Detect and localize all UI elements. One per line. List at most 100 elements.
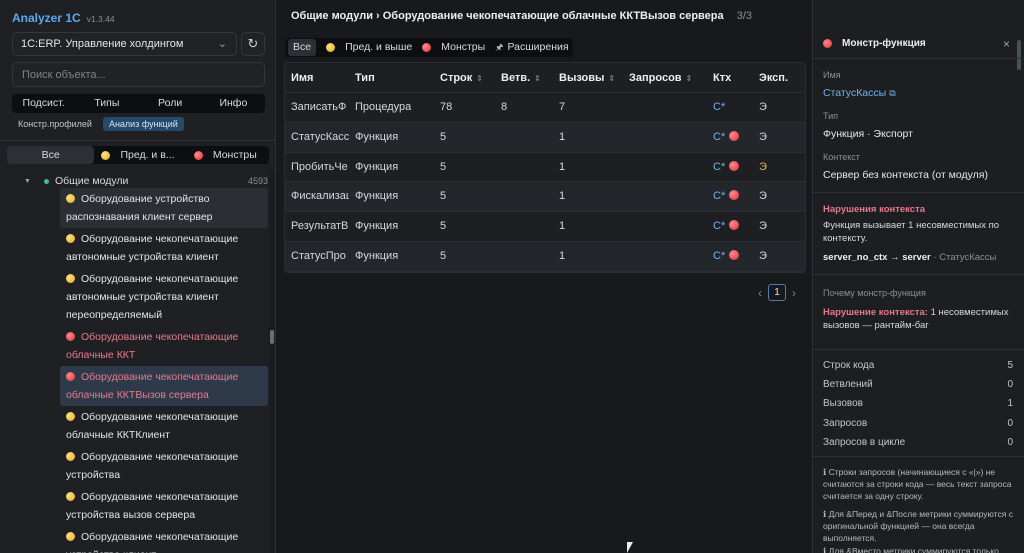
function-name-link[interactable]: СтатусКассы ⧉ [823, 87, 896, 99]
refresh-icon: ↻ [247, 36, 259, 51]
col-branches-label: Ветв. [501, 72, 531, 84]
col-lines-label: Строк [440, 72, 473, 84]
yellow-circle-icon [326, 43, 336, 52]
chip-all[interactable]: Все [288, 39, 317, 56]
tab-info[interactable]: Инфо [202, 94, 265, 113]
database-select[interactable]: 1C:ERP. Управление холдингом ⌄ [12, 32, 237, 56]
filter-monsters[interactable]: Монстры [182, 146, 269, 164]
chip-monsters[interactable]: Монстры [422, 39, 485, 56]
breadcrumb: Общие модули › Оборудование чекопечатающ… [291, 10, 752, 22]
table-row[interactable]: СтатусПро Функция 5 1 С* Э [285, 241, 805, 272]
tab-roles[interactable]: Роли [139, 94, 202, 113]
divider [813, 274, 1024, 275]
stat-row: Строк кода 5 [823, 360, 1013, 371]
yellow-circle-icon [66, 194, 75, 203]
col-type[interactable]: Тип [355, 63, 435, 92]
tree-item-label: Оборудование чекопечатающие автономные у… [66, 233, 239, 263]
tree-item-label: Оборудование чекопечатающие устройства в… [66, 491, 239, 521]
table-body: ЗаписатьФ Процедура 78 8 7 С* Э СтатусКасс Функц… [285, 93, 805, 272]
stat-value: 5 [1007, 360, 1013, 371]
col-calls[interactable]: Вызовы ⇕ [559, 63, 629, 92]
filter-all[interactable]: Все [7, 146, 95, 164]
cell-queries [629, 182, 709, 211]
col-lines[interactable]: Строк ⇕ [440, 63, 498, 92]
tree-item[interactable]: Оборудование чекопечатающие устройства [60, 446, 268, 486]
chip-label: Монстры [441, 41, 486, 53]
tree-item-label: Оборудование чекопечатающие облачные ККТ… [66, 371, 239, 401]
tree-item[interactable]: Оборудование чекопечатающие облачные ККТ… [60, 406, 268, 446]
app-title: Analyzer 1C [12, 11, 81, 25]
context-code: С* [713, 130, 726, 143]
page-number-button[interactable]: 1 [768, 284, 786, 301]
table-row[interactable]: РезультатВ Функция 5 1 С* Э [285, 212, 805, 242]
cell-queries [629, 93, 709, 122]
chip-extensions[interactable]: 🖈 Расширения [495, 39, 568, 56]
tree-root-common-modules[interactable]: ▼ Общие модули 4593 [24, 175, 268, 187]
tree-item[interactable]: Оборудование чекопечатающие устройства к… [60, 526, 268, 553]
subtab-profile-builder[interactable]: Констр.профилей [12, 117, 98, 131]
expand-triangle-icon[interactable]: ▼ [24, 178, 31, 185]
tab-subsystems[interactable]: Подсист. [12, 94, 75, 113]
cell-branches [501, 242, 559, 271]
panel-scrollbar[interactable] [1017, 40, 1021, 70]
copy-icon[interactable]: ⧉ [889, 88, 895, 98]
cell-branches [501, 212, 559, 241]
table-row[interactable]: ЗаписатьФ Процедура 78 8 7 С* Э [285, 93, 805, 123]
yellow-circle-icon [101, 150, 111, 160]
red-circle-icon [66, 332, 75, 341]
tree-item[interactable]: Оборудование чекопечатающие автономные у… [60, 228, 268, 268]
subtab-function-analysis[interactable]: Анализ функций [102, 117, 184, 131]
sort-icon[interactable]: ⇕ [608, 74, 615, 83]
item-pager: 3/3 [736, 10, 752, 22]
search-input[interactable] [12, 62, 265, 87]
table-header: Имя Тип Строк ⇕ Ветв. ⇕ Вызовы ⇕ Запросов ⇕ … [285, 63, 805, 93]
subtabs: Констр.профилей Анализ функций [12, 117, 184, 131]
violations-title: Нарушения контекста [823, 204, 926, 215]
stat-label: Вызовов [823, 398, 863, 410]
database-select-value: 1C:ERP. Управление холдингом [21, 38, 184, 50]
close-icon[interactable]: × [1003, 37, 1010, 51]
col-export-label: Эксп. [759, 72, 789, 84]
col-context[interactable]: Ктх [713, 63, 753, 92]
tree-item[interactable]: Оборудование чекопечатающие облачные ККТ… [60, 366, 268, 406]
col-name-label: Имя [291, 72, 314, 84]
scrollbar-track[interactable] [269, 170, 274, 553]
chip-warnings[interactable]: Пред. и выше [326, 39, 412, 56]
info-note: ℹ Для &Перед и &После метрики суммируютс… [823, 509, 1013, 543]
col-branches[interactable]: Ветв. ⇕ [501, 63, 559, 92]
next-page-button[interactable]: › [792, 286, 796, 300]
sort-icon[interactable]: ⇕ [476, 74, 483, 83]
red-circle-icon [729, 249, 740, 260]
table-row[interactable]: СтатусКасс Функция 5 1 С* Э [285, 122, 805, 153]
col-export[interactable]: Эксп. [759, 63, 803, 92]
table-row[interactable]: ПробитьЧе Функция 5 1 С* Э [285, 153, 805, 183]
name-label: Имя [823, 70, 841, 80]
cell-queries [629, 212, 709, 241]
table-row[interactable]: Фискализац Функция 5 1 С* Э [285, 182, 805, 213]
col-queries[interactable]: Запросов ⇕ [629, 63, 709, 92]
cell-context: С* [713, 123, 757, 152]
divider [0, 140, 276, 141]
red-circle-icon [729, 160, 740, 171]
tab-types[interactable]: Типы [75, 94, 138, 113]
filter-warnings[interactable]: Пред. и в... [94, 146, 181, 164]
tree-item[interactable]: Оборудование чекопечатающие устройства в… [60, 486, 268, 526]
cell-branches [501, 153, 559, 182]
tree-item[interactable]: Оборудование чекопечатающие автономные у… [60, 268, 268, 326]
cell-export: Э [759, 249, 767, 262]
sort-icon[interactable]: ⇕ [534, 74, 541, 83]
col-name[interactable]: Имя [291, 63, 349, 92]
tree-item-label: Оборудование чекопечатающие устройства к… [66, 531, 239, 553]
red-circle-icon [823, 39, 832, 48]
tree-item[interactable]: Оборудование чекопечатающие облачные ККТ [60, 326, 268, 366]
context-label: Контекст [823, 152, 860, 162]
yellow-circle-icon [66, 234, 75, 243]
scrollbar-thumb[interactable] [270, 330, 274, 344]
divider [813, 192, 1024, 193]
sort-icon[interactable]: ⇕ [686, 74, 693, 83]
refresh-button[interactable]: ↻ [241, 32, 265, 56]
prev-page-button[interactable]: ‹ [758, 286, 762, 300]
divider [813, 349, 1024, 350]
yellow-circle-icon [66, 274, 75, 283]
tree-item[interactable]: Оборудование устройство распознавания кл… [60, 188, 268, 228]
